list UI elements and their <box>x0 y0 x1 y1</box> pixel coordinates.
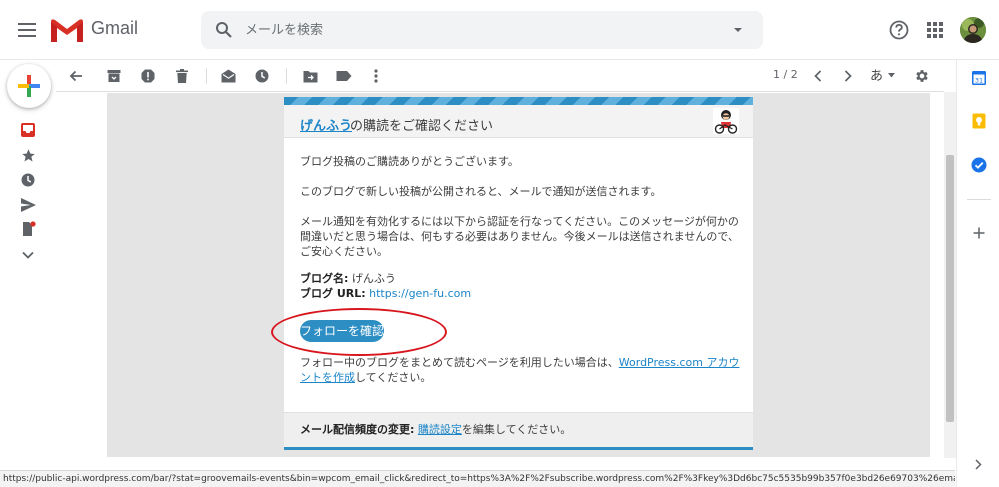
cartoon-cyclist-avatar-icon <box>713 108 739 134</box>
starred-icon[interactable] <box>19 146 37 164</box>
wordpress-account-paragraph: フォロー中のブログをまとめて読むページを利用したい場合は、WordPress.c… <box>300 355 740 385</box>
expand-side-panel-chevron-icon[interactable] <box>975 459 982 470</box>
blog-url-label: ブログ URL: <box>300 287 366 300</box>
message-scrollbar-thumb[interactable] <box>946 155 954 422</box>
newer-chevron-left-icon[interactable] <box>808 66 828 86</box>
link-status-bar: https://public-api.wordpress.com/bar/?st… <box>0 470 955 487</box>
gmail-logo[interactable] <box>50 17 84 43</box>
search-icon[interactable] <box>215 21 233 39</box>
email-card: げんふう の購読をご確認ください ブログ投稿のご購読ありがとうございます。 この… <box>284 97 753 450</box>
subscription-settings-link[interactable]: 購読設定 <box>418 423 462 436</box>
blog-name-label: ブログ名: <box>300 272 349 285</box>
tasks-check-icon[interactable] <box>971 157 987 173</box>
wordpress-account-suffix: してください。 <box>355 371 432 384</box>
expand-more-chevron-icon[interactable] <box>19 246 37 264</box>
search-bar <box>201 11 763 49</box>
archive-icon[interactable] <box>104 66 124 86</box>
google-apps-grid-icon[interactable] <box>926 21 944 39</box>
keep-bulb-icon[interactable] <box>972 113 986 129</box>
drafts-icon[interactable] <box>19 220 37 238</box>
toolbar-divider <box>206 68 207 84</box>
wordpress-account-prefix: フォロー中のブログをまとめて読むページを利用したい場合は、 <box>300 356 619 369</box>
calendar-icon[interactable]: 31 <box>971 70 987 86</box>
compose-button[interactable] <box>7 64 51 108</box>
mark-unread-envelope-icon[interactable] <box>218 66 238 86</box>
pager-count: 1 / 2 <box>773 68 798 81</box>
label-tag-icon[interactable] <box>334 66 354 86</box>
blog-avatar <box>713 108 739 134</box>
app-name: Gmail <box>91 18 139 38</box>
frequency-suffix: を編集してください。 <box>461 423 572 436</box>
message-toolbar: 1 / 2 あ <box>56 60 944 92</box>
toolbar-divider <box>286 68 287 84</box>
frequency-label: メール配信頻度の変更: <box>300 423 415 436</box>
plus-multicolor-icon <box>18 75 40 97</box>
blog-url-link[interactable]: https://gen-fu.com <box>369 287 471 300</box>
gmail-header: Gmail <box>0 0 999 60</box>
account-avatar[interactable] <box>960 17 986 43</box>
notify-paragraph: このブログで新しい投稿が公開されると、メールで通知が送信されます。 <box>300 185 662 198</box>
input-tools-button[interactable]: あ <box>870 65 883 84</box>
confirm-instructions-paragraph: メール通知を有効化するには以下から認証を行なってください。このメッセージが何かの… <box>300 215 739 258</box>
frequency-row: メール配信頻度の変更: 購読設定を編集してください。 <box>300 422 740 437</box>
get-addons-plus-icon[interactable] <box>973 227 985 239</box>
sent-icon[interactable] <box>19 196 37 214</box>
move-to-folder-icon[interactable] <box>300 66 320 86</box>
more-vert-icon[interactable] <box>366 66 386 86</box>
greeting-paragraph: ブログ投稿のご購読ありがとうございます。 <box>300 155 519 168</box>
card-bottom-stripe <box>284 447 753 450</box>
snoozed-clock-icon[interactable] <box>19 171 37 189</box>
avatar-photo-icon <box>960 17 986 43</box>
older-chevron-right-icon[interactable] <box>838 66 858 86</box>
svg-text:31: 31 <box>975 77 983 85</box>
report-spam-icon[interactable] <box>138 66 158 86</box>
delete-trash-icon[interactable] <box>172 66 192 86</box>
back-arrow-icon[interactable] <box>66 66 86 86</box>
help-icon[interactable] <box>888 19 910 41</box>
card-top-stripe <box>284 97 753 105</box>
blog-name-value: げんふう <box>351 272 396 285</box>
hamburger-icon <box>18 23 36 37</box>
side-panel-divider <box>967 199 991 200</box>
snooze-clock-icon[interactable] <box>252 66 272 86</box>
blog-name-row: ブログ名: げんふう <box>300 271 740 286</box>
red-highlight-circle <box>271 308 447 356</box>
search-options-caret-icon[interactable] <box>733 25 743 35</box>
side-panel: 31 <box>956 60 999 487</box>
search-input[interactable] <box>245 11 715 49</box>
heading-text: の購読をご確認ください <box>350 119 494 134</box>
settings-gear-icon[interactable] <box>912 66 932 86</box>
blog-url-row: ブログ URL: https://gen-fu.com <box>300 286 740 301</box>
main-menu-button[interactable] <box>12 15 42 45</box>
blog-name-link[interactable]: げんふう <box>300 115 352 134</box>
inbox-icon[interactable] <box>19 121 37 139</box>
gmail-m-icon <box>51 19 83 42</box>
input-tools-caret-icon[interactable] <box>888 73 895 78</box>
card-heading: げんふう の購読をご確認ください <box>284 105 753 138</box>
card-footer: メール配信頻度の変更: 購読設定を編集してください。 <box>284 412 753 447</box>
